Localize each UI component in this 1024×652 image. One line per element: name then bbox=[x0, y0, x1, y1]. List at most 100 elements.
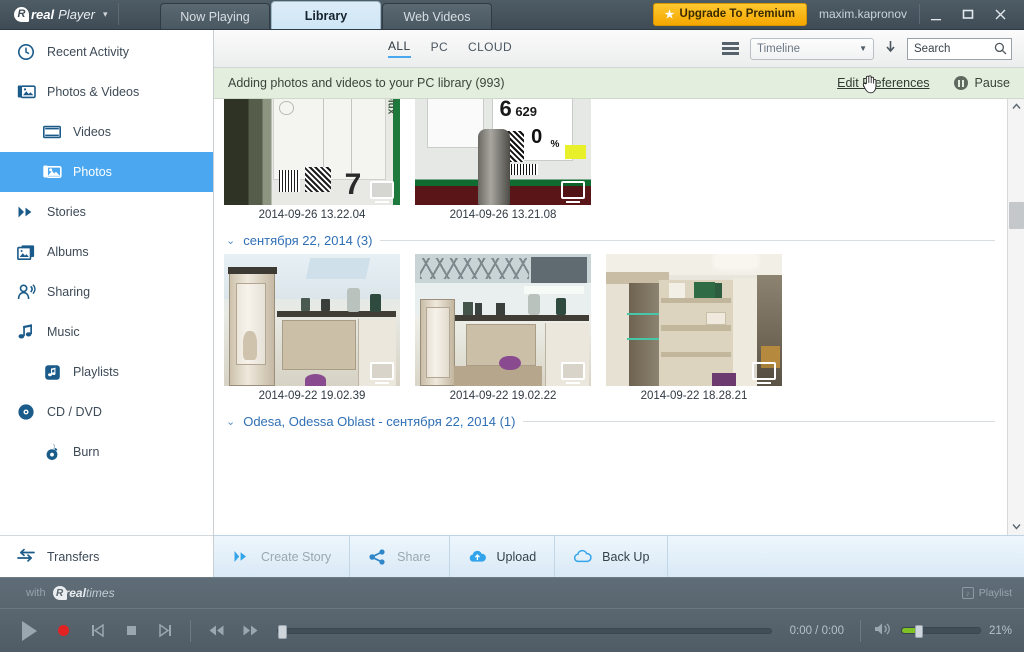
pause-button[interactable]: Pause bbox=[953, 76, 1010, 90]
sidebar-item-label: Photos bbox=[73, 165, 112, 179]
scrollbar-thumb[interactable] bbox=[1009, 202, 1024, 229]
photo-thumbnail[interactable] bbox=[224, 254, 400, 386]
stop-button[interactable] bbox=[114, 614, 148, 648]
pc-badge-icon bbox=[370, 181, 394, 203]
tab-web-videos[interactable]: Web Videos bbox=[382, 3, 492, 29]
photo-thumbnail[interactable]: 6 629 0 % bbox=[415, 99, 591, 205]
upload-button[interactable]: Upload bbox=[450, 536, 556, 577]
sidebar-item-transfers[interactable]: Transfers bbox=[0, 535, 213, 577]
realtimes-logo-icon: R real times bbox=[52, 586, 115, 600]
status-notification-bar: Adding photos and videos to your PC libr… bbox=[214, 68, 1024, 99]
record-button[interactable] bbox=[46, 614, 80, 648]
photo-thumbnail[interactable] bbox=[606, 254, 782, 386]
action-label: Share bbox=[397, 549, 431, 564]
sidebar-item-playlists[interactable]: Playlists bbox=[0, 352, 213, 392]
upload-cloud-icon bbox=[468, 547, 487, 566]
share-button[interactable]: Share bbox=[350, 536, 450, 577]
search-box[interactable] bbox=[907, 37, 1012, 60]
chevron-down-icon[interactable]: ⌄ bbox=[226, 415, 235, 428]
sidebar-item-label: CD / DVD bbox=[47, 405, 102, 419]
time-display: 0:00 / 0:00 bbox=[789, 624, 844, 637]
pc-badge-icon bbox=[561, 181, 585, 203]
list-view-icon[interactable] bbox=[722, 42, 739, 55]
realplayer-window: R real Player ▾ Now Playing Library Web … bbox=[0, 0, 1024, 652]
action-label: Back Up bbox=[602, 549, 650, 564]
previous-button[interactable] bbox=[80, 614, 114, 648]
scrollbar-track[interactable] bbox=[1008, 112, 1024, 522]
content-panel: ALL PC CLOUD Timeline ▼ Search Adding ph… bbox=[214, 30, 1024, 577]
sidebar-item-music[interactable]: Music bbox=[0, 312, 213, 352]
vertical-scrollbar[interactable] bbox=[1007, 99, 1024, 535]
seek-bar-wrapper[interactable] bbox=[267, 624, 782, 639]
status-message: Adding photos and videos to your PC libr… bbox=[228, 76, 505, 90]
photo-caption: 2014-09-22 19.02.22 bbox=[449, 390, 557, 402]
tab-library[interactable]: Library bbox=[271, 1, 381, 29]
sidebar-item-photos[interactable]: Photos bbox=[0, 152, 213, 192]
filter-all[interactable]: ALL bbox=[388, 39, 411, 58]
rewind-button[interactable] bbox=[199, 614, 233, 648]
play-icon bbox=[21, 620, 37, 641]
transport-bar: 0:00 / 0:00 21% bbox=[0, 608, 1024, 652]
search-icon[interactable] bbox=[994, 42, 1007, 55]
arrow-down-icon[interactable] bbox=[885, 40, 896, 57]
group-header[interactable]: ⌄ сентября 22, 2014 (3) bbox=[224, 229, 1007, 254]
group-header[interactable]: ⌄ Odesa, Odessa Oblast - сентября 22, 20… bbox=[224, 410, 1007, 435]
sidebar-item-videos[interactable]: Videos bbox=[0, 112, 213, 152]
scroll-up-arrow-icon[interactable] bbox=[1011, 102, 1021, 112]
titlebar-right: ★ Upgrade To Premium maxim.kapronov bbox=[652, 0, 1024, 29]
volume-handle[interactable] bbox=[915, 625, 924, 638]
photo-thumbnail[interactable] bbox=[415, 254, 591, 386]
title-bar: R real Player ▾ Now Playing Library Web … bbox=[0, 0, 1024, 30]
sidebar-item-albums[interactable]: Albums bbox=[0, 232, 213, 272]
maximize-button[interactable] bbox=[952, 0, 984, 29]
photo-thumbnail[interactable]: 7 Electrolux bbox=[224, 99, 400, 205]
seek-handle[interactable] bbox=[278, 624, 287, 639]
upgrade-to-premium-button[interactable]: ★ Upgrade To Premium bbox=[652, 2, 807, 26]
seek-bar[interactable] bbox=[277, 624, 772, 639]
close-button[interactable] bbox=[984, 0, 1016, 29]
group-header-label: Odesa, Odessa Oblast - сентября 22, 2014… bbox=[243, 414, 516, 429]
backup-cloud-icon bbox=[573, 547, 592, 566]
search-input[interactable] bbox=[914, 42, 994, 55]
create-story-button[interactable]: Create Story bbox=[214, 536, 351, 577]
stop-icon bbox=[126, 626, 136, 635]
share-icon bbox=[368, 547, 387, 566]
sidebar-item-recent-activity[interactable]: Recent Activity bbox=[0, 32, 213, 72]
backup-button[interactable]: Back Up bbox=[555, 536, 669, 577]
play-button[interactable] bbox=[12, 614, 46, 648]
speaker-icon[interactable] bbox=[873, 621, 893, 640]
photo-cell: 2014-09-22 18.28.21 bbox=[606, 254, 782, 410]
sidebar-item-photos-videos[interactable]: Photos & Videos bbox=[0, 72, 213, 112]
filter-cloud[interactable]: CLOUD bbox=[468, 40, 512, 57]
record-icon bbox=[57, 625, 69, 636]
edit-preferences-link[interactable]: Edit Preferences bbox=[837, 76, 929, 90]
tab-now-playing[interactable]: Now Playing bbox=[160, 3, 270, 29]
realtimes-real-text: real bbox=[64, 586, 86, 600]
chevron-down-icon[interactable]: ▾ bbox=[103, 9, 108, 20]
realplayer-logo[interactable]: R real Player ▾ bbox=[0, 0, 150, 29]
chevron-down-icon[interactable]: ⌄ bbox=[226, 234, 235, 247]
photo-caption: 2014-09-22 19.02.39 bbox=[258, 390, 366, 402]
story-icon bbox=[232, 547, 251, 566]
main-area: Recent Activity Photos & Videos Videos P… bbox=[0, 30, 1024, 577]
source-filters: ALL PC CLOUD bbox=[388, 39, 512, 58]
sidebar-footer-label: Transfers bbox=[47, 549, 100, 564]
sort-select[interactable]: Timeline ▼ bbox=[750, 37, 874, 60]
fast-forward-button[interactable] bbox=[233, 614, 267, 648]
sidebar-item-sharing[interactable]: Sharing bbox=[0, 272, 213, 312]
volume-slider[interactable] bbox=[900, 625, 981, 638]
filter-pc[interactable]: PC bbox=[431, 40, 448, 57]
scroll-down-arrow-icon[interactable] bbox=[1011, 522, 1021, 532]
next-button[interactable] bbox=[148, 614, 182, 648]
account-username[interactable]: maxim.kapronov bbox=[807, 7, 919, 21]
divider bbox=[380, 240, 995, 241]
sidebar-list: Recent Activity Photos & Videos Videos P… bbox=[0, 30, 213, 535]
pc-badge-icon bbox=[561, 362, 585, 384]
sidebar-item-burn[interactable]: Burn bbox=[0, 432, 213, 472]
sidebar-item-stories[interactable]: Stories bbox=[0, 192, 213, 232]
playlist-button[interactable]: ♪ Playlist bbox=[961, 587, 1012, 599]
minimize-button[interactable] bbox=[920, 0, 952, 29]
photo-cell: 2014-09-22 19.02.22 bbox=[415, 254, 591, 410]
photo-caption: 2014-09-26 13.22.04 bbox=[258, 209, 366, 221]
sidebar-item-cd-dvd[interactable]: CD / DVD bbox=[0, 392, 213, 432]
